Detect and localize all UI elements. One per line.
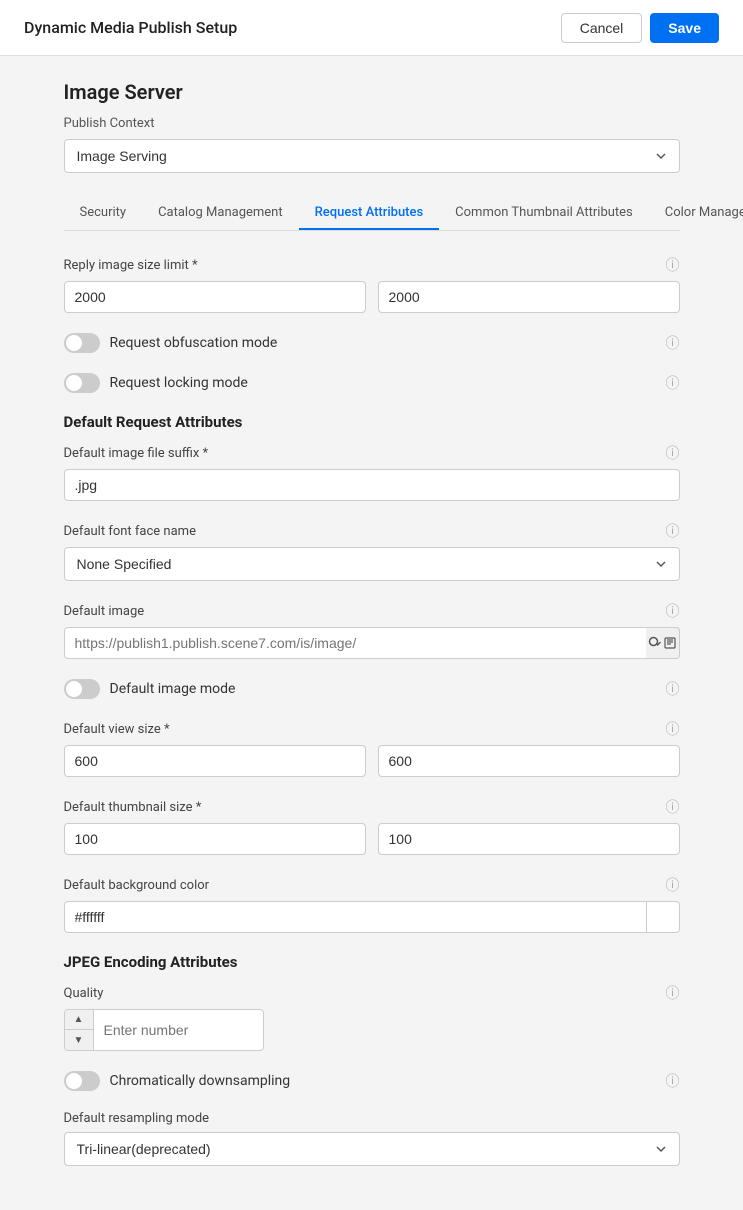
default-font-face-name-label: Default font face name [64, 524, 196, 539]
top-bar-actions: Cancel Save [561, 13, 719, 43]
default-font-face-name-info-icon[interactable]: ⓘ [666, 521, 680, 541]
publish-context-select[interactable]: Image Serving Image Rendering Video [64, 139, 680, 173]
color-swatch[interactable] [646, 901, 680, 933]
cancel-button[interactable]: Cancel [561, 13, 643, 43]
default-image-file-suffix-info-icon[interactable]: ⓘ [666, 443, 680, 463]
default-thumbnail-size-info-icon[interactable]: ⓘ [666, 797, 680, 817]
default-image-input[interactable] [64, 627, 680, 659]
publish-context-label: Publish Context [64, 116, 680, 131]
default-thumbnail-size-input-2[interactable] [378, 823, 680, 855]
chromatically-downsampling-info-icon[interactable]: ⓘ [666, 1071, 680, 1091]
default-image-info-icon[interactable]: ⓘ [666, 601, 680, 621]
request-locking-toggle[interactable] [64, 373, 100, 393]
default-view-size-input-1[interactable] [64, 745, 366, 777]
reply-image-size-info-icon[interactable]: ⓘ [666, 255, 680, 275]
default-view-size-label: Default view size * [64, 722, 170, 737]
request-locking-info-icon[interactable]: ⓘ [666, 373, 680, 393]
default-image-search-button[interactable] [646, 627, 680, 659]
page-title: Dynamic Media Publish Setup [24, 18, 237, 37]
default-request-attributes-heading: Default Request Attributes [64, 413, 680, 431]
default-thumbnail-size-input-1[interactable] [64, 823, 366, 855]
quality-label: Quality [64, 986, 104, 1001]
request-obfuscation-label: Request obfuscation mode [110, 335, 278, 351]
default-background-color-label: Default background color [64, 878, 210, 893]
default-resampling-mode-select[interactable]: Tri-linear(deprecated) [64, 1132, 680, 1166]
jpeg-encoding-heading: JPEG Encoding Attributes [64, 953, 680, 971]
default-image-mode-info-icon[interactable]: ⓘ [666, 679, 680, 699]
default-image-mode-toggle[interactable] [64, 679, 100, 699]
default-image-file-suffix-label: Default image file suffix * [64, 446, 209, 461]
tab-security[interactable]: Security [64, 197, 143, 230]
default-image-mode-label: Default image mode [110, 681, 236, 697]
request-obfuscation-info-icon[interactable]: ⓘ [666, 333, 680, 353]
chromatically-downsampling-toggle[interactable] [64, 1071, 100, 1091]
default-resampling-mode-label: Default resampling mode [64, 1111, 210, 1126]
tab-color-management[interactable]: Color Management Attributes [649, 197, 743, 230]
chromatically-downsampling-label: Chromatically downsampling [110, 1073, 291, 1089]
default-image-label: Default image [64, 604, 145, 619]
reply-image-size-label: Reply image size limit * [64, 258, 198, 273]
request-locking-label: Request locking mode [110, 375, 248, 391]
quality-stepper: ▲ ▼ [65, 1010, 94, 1050]
default-view-size-input-2[interactable] [378, 745, 680, 777]
quality-decrement-button[interactable]: ▼ [65, 1030, 93, 1050]
default-font-face-select[interactable]: None Specified [64, 547, 680, 581]
request-obfuscation-toggle[interactable] [64, 333, 100, 353]
tab-catalog-management[interactable]: Catalog Management [142, 197, 299, 230]
tab-common-thumbnail[interactable]: Common Thumbnail Attributes [439, 197, 649, 230]
top-bar: Dynamic Media Publish Setup Cancel Save [0, 0, 743, 56]
quality-input[interactable] [94, 1010, 264, 1050]
tabs: Security Catalog Management Request Attr… [64, 197, 680, 231]
section-title: Image Server [64, 80, 680, 104]
quality-increment-button[interactable]: ▲ [65, 1010, 93, 1030]
background-color-input[interactable] [64, 901, 646, 933]
default-background-color-info-icon[interactable]: ⓘ [666, 875, 680, 895]
default-image-file-suffix-input[interactable] [64, 469, 680, 501]
default-view-size-info-icon[interactable]: ⓘ [666, 719, 680, 739]
background-color-row [64, 901, 680, 933]
default-image-input-wrap [64, 627, 680, 659]
reply-image-size-input-1[interactable] [64, 281, 366, 313]
save-button[interactable]: Save [650, 13, 719, 43]
quality-info-icon[interactable]: ⓘ [666, 983, 680, 1003]
quality-input-wrap: ▲ ▼ [64, 1009, 264, 1051]
default-thumbnail-size-label: Default thumbnail size * [64, 800, 202, 815]
tab-request-attributes[interactable]: Request Attributes [299, 197, 440, 230]
reply-image-size-input-2[interactable] [378, 281, 680, 313]
